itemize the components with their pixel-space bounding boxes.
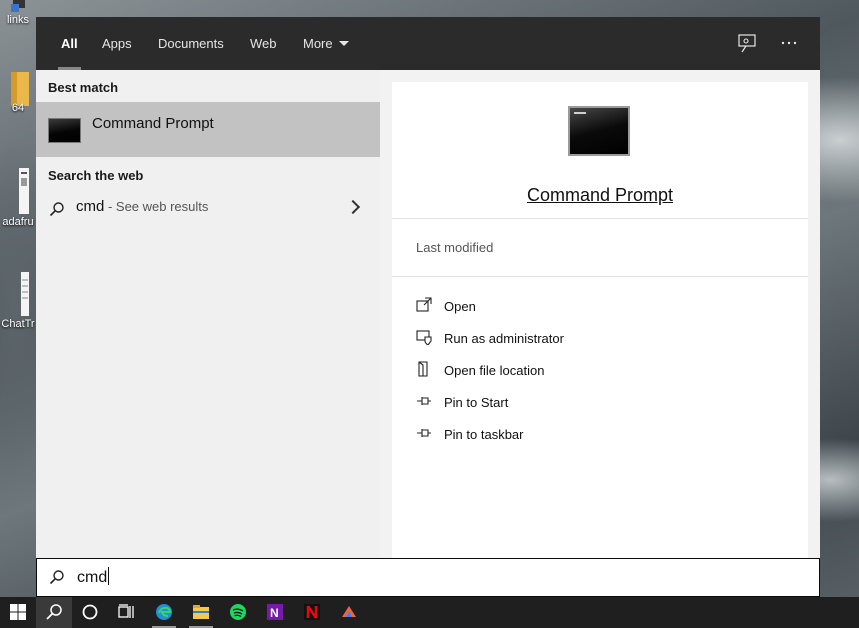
action-run-as-admin[interactable]: Run as administrator (416, 327, 776, 351)
start-icon (10, 604, 26, 620)
action-pin-to-taskbar[interactable]: Pin to taskbar (416, 423, 776, 447)
action-label: Run as administrator (444, 331, 564, 346)
chevron-right-icon (345, 199, 361, 215)
preview-pane: Command Prompt Last modified Open Run as… (392, 82, 808, 558)
web-search-result[interactable]: cmd - See web results (36, 193, 380, 225)
search-icon (49, 570, 64, 585)
svg-text:N: N (270, 606, 279, 620)
tab-label: More (303, 36, 333, 51)
action-label: Pin to Start (444, 395, 509, 410)
search-icon (49, 202, 64, 217)
tab-label: Web (250, 36, 277, 51)
desktop-icon-label: 64 (11, 102, 25, 114)
netflix-icon (304, 604, 320, 620)
tab-apps[interactable]: Apps (102, 17, 132, 70)
tab-label: Documents (158, 36, 224, 51)
text-cursor (108, 567, 110, 585)
pin-icon (417, 397, 431, 405)
task-view-button[interactable] (108, 597, 144, 628)
tab-web[interactable]: Web (250, 17, 277, 70)
spotify-icon (230, 604, 246, 620)
cortana-icon (82, 604, 98, 620)
tab-documents[interactable]: Documents (158, 17, 224, 70)
action-label: Pin to taskbar (444, 427, 524, 442)
desktop-icon-label: adafru (2, 216, 34, 228)
desktop-icon-chattr[interactable]: ChatTr (0, 272, 36, 330)
folder-icon (7, 70, 29, 106)
cortana-button[interactable] (72, 597, 108, 628)
more-options-icon[interactable] (778, 32, 800, 54)
taskbar-search-button[interactable] (36, 597, 72, 628)
search-query-text: cmd (77, 569, 108, 586)
search-web-heading: Search the web (48, 168, 144, 183)
app-icon (342, 606, 356, 617)
links-icon (7, 0, 29, 12)
document-icon (7, 166, 29, 214)
command-prompt-icon (48, 118, 81, 143)
taskbar: N (0, 597, 859, 628)
results-list: Best match Command Prompt Search the web… (36, 70, 380, 558)
taskbar-onenote[interactable]: N (257, 597, 293, 628)
search-input[interactable]: cmd (36, 558, 820, 597)
chevron-down-icon (338, 41, 349, 46)
web-suffix: - See web results (104, 199, 209, 214)
search-icon (46, 604, 62, 620)
run-as-admin-icon (416, 330, 432, 345)
preview-title[interactable]: Command Prompt (392, 185, 808, 206)
taskbar-file-explorer[interactable] (183, 597, 219, 628)
desktop-icon-folder[interactable]: 64 (0, 70, 36, 114)
action-pin-to-start[interactable]: Pin to Start (416, 391, 776, 415)
pin-icon (417, 429, 431, 437)
tab-more[interactable]: More (303, 17, 349, 70)
divider (392, 276, 808, 277)
task-view-icon (118, 604, 134, 618)
start-button[interactable] (0, 597, 36, 628)
tab-label: All (61, 36, 78, 51)
desktop-icon-label: ChatTr (1, 318, 35, 330)
action-label: Open file location (444, 363, 545, 378)
edge-icon (156, 604, 172, 620)
search-panel: All Apps Documents Web More Best match C… (36, 17, 820, 597)
file-location-icon (418, 361, 428, 377)
best-match-heading: Best match (48, 80, 119, 95)
tab-all[interactable]: All (58, 17, 81, 70)
desktop-icon-adafruit[interactable]: adafru (0, 166, 36, 228)
desktop-icon-links[interactable]: links (0, 0, 36, 26)
action-label: Open (444, 299, 476, 314)
taskbar-netflix[interactable] (294, 597, 330, 628)
taskbar-spotify[interactable] (220, 597, 256, 628)
taskbar-edge[interactable] (146, 597, 182, 628)
action-open-file-location[interactable]: Open file location (416, 359, 776, 383)
desktop-icon-label: links (6, 14, 29, 26)
search-tabs-bar: All Apps Documents Web More (36, 17, 820, 70)
tab-label: Apps (102, 36, 132, 51)
feedback-icon[interactable] (736, 32, 758, 54)
taskbar-app[interactable] (331, 597, 367, 628)
text-file-icon (7, 272, 29, 316)
open-icon (416, 297, 432, 312)
web-query: cmd (76, 198, 105, 215)
divider (392, 218, 808, 219)
last-modified-label: Last modified (416, 240, 494, 255)
command-prompt-icon (568, 106, 630, 156)
file-explorer-icon (193, 605, 209, 619)
action-open[interactable]: Open (416, 295, 776, 319)
best-match-result[interactable]: Command Prompt (36, 102, 380, 157)
onenote-icon: N (267, 604, 283, 620)
best-match-title: Command Prompt (92, 115, 214, 132)
